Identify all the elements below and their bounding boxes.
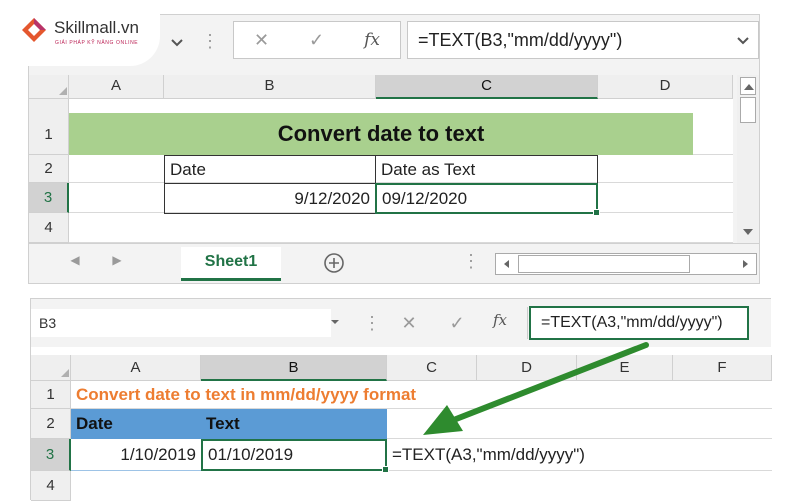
logo-brand-text: Skillmall.vn	[54, 18, 140, 37]
header-cell-date-as-text[interactable]: Date as Text	[375, 155, 598, 184]
skillmall-logo-mark-icon	[22, 18, 46, 42]
date-value-cell-2[interactable]: 1/10/2019	[71, 439, 201, 471]
scroll-thumb[interactable]	[740, 97, 756, 123]
tab-scroll-right-icon[interactable]: ▶	[109, 253, 125, 267]
excel-window-2: B3 ⋮ ✕ ✓ fx =TEXT(A3,"mm/dd/yyyy") A B C…	[30, 298, 772, 501]
formula-bar-grip-icon: ⋮	[201, 31, 219, 51]
add-sheet-icon[interactable]	[322, 251, 346, 275]
formula-bar-grip-icon-2: ⋮	[363, 313, 381, 333]
row-header-4[interactable]: 4	[29, 213, 69, 243]
namebox-dropdown-icon-2[interactable]	[327, 313, 343, 331]
cancel-icon-2[interactable]: ✕	[399, 309, 419, 337]
formula-input-2[interactable]: =TEXT(A3,"mm/dd/yyyy")	[529, 306, 749, 340]
row-header-1-2[interactable]: 1	[31, 381, 71, 409]
text-value-cell-selected[interactable]: 09/12/2020	[375, 183, 598, 214]
scroll-up-icon[interactable]	[740, 77, 756, 95]
hscroll-right-icon[interactable]	[738, 257, 752, 271]
row-header-1[interactable]: 1	[29, 99, 69, 155]
namebox-dropdown-icon[interactable]	[164, 29, 190, 55]
name-box[interactable]: B3	[31, 309, 331, 337]
enter-icon-2[interactable]: ✓	[447, 309, 467, 337]
horizontal-scrollbar[interactable]	[495, 253, 757, 275]
sheet-tab-sheet1[interactable]: Sheet1	[181, 247, 281, 281]
fx-icon[interactable]: fx	[364, 30, 380, 50]
row-header-2[interactable]: 2	[29, 155, 69, 183]
formula-input[interactable]: =TEXT(B3,"mm/dd/yyyy")	[407, 21, 759, 59]
row-header-3[interactable]: 3	[29, 183, 69, 213]
formula-bar-buttons: ✕ ✓ fx	[233, 21, 401, 59]
fx-icon-2[interactable]: fx	[493, 311, 513, 329]
header-cell-text-2[interactable]: Text	[201, 409, 387, 439]
logo-tagline: GIẢI PHÁP KỸ NĂNG ONLINE	[55, 40, 139, 46]
vertical-scrollbar[interactable]	[737, 75, 759, 243]
sheet-title-cell[interactable]: Convert date to text	[69, 113, 693, 155]
column-header-c[interactable]: C	[376, 75, 598, 99]
text-value-cell-selected-2[interactable]: 01/10/2019	[201, 439, 387, 471]
row-header-4-2[interactable]: 4	[31, 471, 71, 501]
column-header-a-2[interactable]: A	[71, 355, 201, 381]
column-header-a[interactable]: A	[69, 75, 164, 99]
header-cell-date[interactable]: Date	[164, 155, 376, 184]
column-header-b[interactable]: B	[164, 75, 376, 99]
formula-expand-icon[interactable]	[731, 27, 755, 53]
column-header-b-2[interactable]: B	[201, 355, 387, 381]
row-header-3-2[interactable]: 3	[31, 439, 71, 471]
tab-scroll-left-icon[interactable]: ◀	[67, 253, 83, 267]
cancel-icon[interactable]: ✕	[254, 30, 269, 51]
fill-handle[interactable]	[593, 209, 600, 216]
hscroll-left-icon[interactable]	[500, 257, 514, 271]
header-cell-date-2[interactable]: Date	[71, 409, 201, 439]
column-header-d[interactable]: D	[598, 75, 733, 99]
green-arrow-annotation	[423, 342, 649, 435]
enter-icon[interactable]: ✓	[309, 30, 324, 51]
column-header-f-2[interactable]: F	[673, 355, 772, 381]
select-all-corner[interactable]	[29, 75, 69, 99]
hscroll-thumb[interactable]	[518, 255, 690, 273]
scroll-down-icon[interactable]	[740, 223, 756, 241]
date-value-cell[interactable]: 9/12/2020	[164, 183, 376, 214]
row-header-2-2[interactable]: 2	[31, 409, 71, 439]
tab-splitter-icon[interactable]: ⋮	[462, 251, 480, 272]
skillmall-logo: Skillmall.vn GIẢI PHÁP KỸ NĂNG ONLINE	[0, 0, 160, 66]
select-all-corner-2[interactable]	[31, 355, 71, 381]
